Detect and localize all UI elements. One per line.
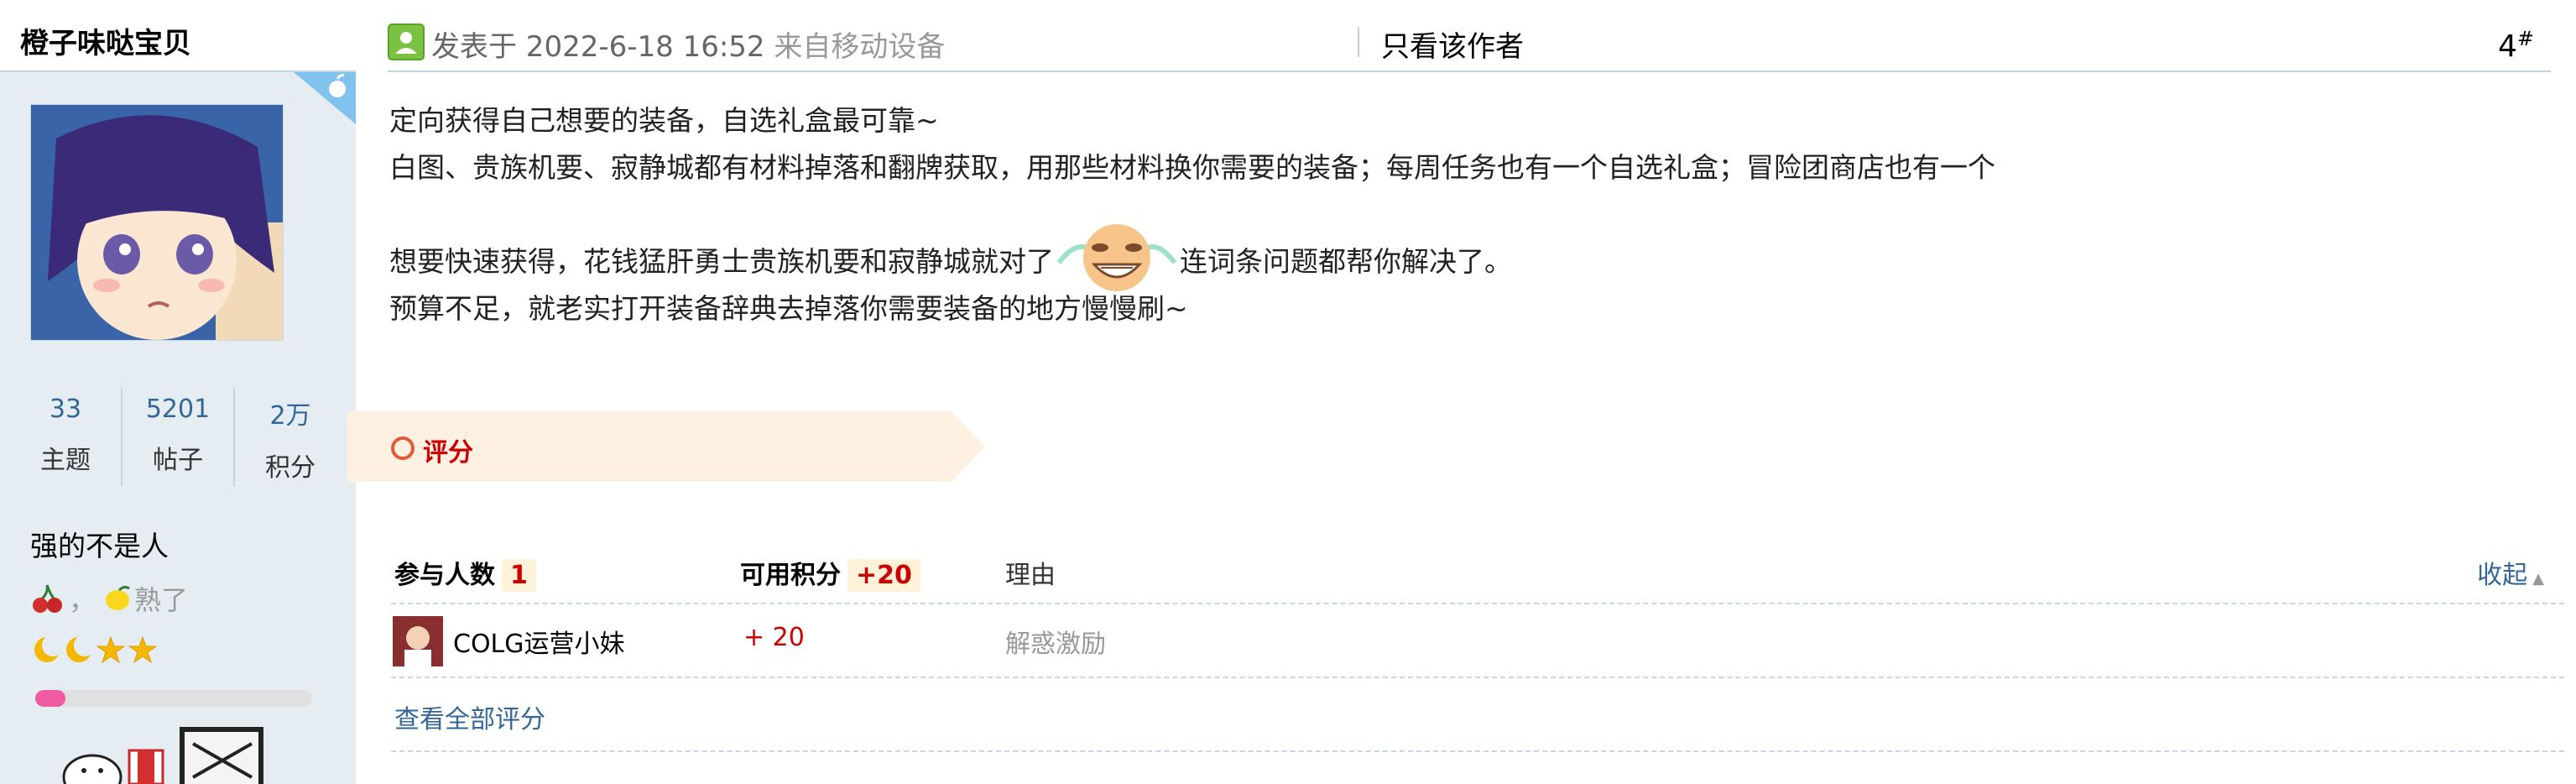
rating-row: COLG运营小妹 + 20 解惑激励	[391, 604, 2564, 678]
stat-label: 积分	[265, 453, 315, 483]
post-source: 来自移动设备	[774, 30, 946, 64]
post-line: 定向获得自己想要的装备，自选礼盒最可靠~	[389, 104, 939, 137]
stat-value: 5201	[145, 395, 211, 424]
star-icon	[96, 635, 126, 664]
moon-icon	[34, 635, 62, 662]
participants-count: 1	[502, 559, 536, 592]
lemon-icon	[106, 585, 130, 610]
post-text: 连词条问题都帮你解决了。	[1180, 245, 1512, 278]
stat-points[interactable]: 2万 积分	[233, 388, 346, 487]
points-label: 可用积分	[740, 561, 841, 590]
collapse-label: 收起	[2477, 561, 2528, 590]
post-line-with-emoji: 想要快速获得，花钱猛肝勇士贵族机要和寂静城就对了 连词条问题都帮你解决了。	[389, 223, 2537, 291]
author-stats: 33 主题 5201 帖子 2万 积分	[10, 388, 346, 487]
post-blank-line	[389, 191, 2537, 238]
moon-icon	[66, 635, 94, 662]
medal-text: 熟了	[134, 584, 189, 616]
post-meta: 发表于 2022-6-18 16:52 来自移动设备	[431, 24, 945, 65]
rating-circle-icon	[391, 436, 415, 460]
participants-header: 参与人数 1	[394, 554, 536, 592]
level-progress-bar	[35, 690, 312, 707]
rank-stars	[32, 635, 158, 665]
stat-value: 33	[49, 395, 82, 424]
only-author-link[interactable]: 只看该作者	[1381, 24, 1524, 65]
rater-avatar[interactable]	[393, 616, 443, 666]
rating-table-header: 参与人数 1 可用积分 +20 理由 收起 ▲	[391, 546, 2564, 604]
reason-header: 理由	[1005, 561, 1056, 590]
participants-label: 参与人数	[394, 561, 495, 590]
post-date: 发表于 2022-6-18 16:52	[431, 30, 765, 64]
medal-separator: ，	[69, 584, 96, 616]
rating-footer: 查看全部评分	[391, 678, 2564, 752]
floor-sup: #	[2516, 27, 2534, 50]
cherry-icon	[33, 584, 62, 613]
view-all-ratings-link[interactable]: 查看全部评分	[394, 698, 545, 735]
online-status-icon	[388, 24, 425, 60]
rater-name[interactable]: COLG运营小妹	[453, 623, 625, 660]
collapse-triangle-icon: ▲	[2532, 570, 2544, 588]
laughing-crying-emoji-icon	[1054, 219, 1180, 300]
stat-label: 帖子	[153, 446, 203, 475]
post-line: 白图、贵族机要、寂静城都有材料掉落和翻牌获取，用那些材料换你需要的装备；每周任务…	[389, 151, 1995, 184]
points-value: +20	[847, 559, 920, 592]
stat-threads[interactable]: 33 主题	[10, 388, 121, 487]
forum-post: 橙子味哒宝贝 33 主题 5201 帖子 2万 积分 强的不是人 ， 熟了 发表…	[0, 0, 2576, 784]
stat-label: 主题	[40, 446, 91, 475]
stat-value: 2万	[269, 401, 311, 431]
level-progress-fill	[35, 690, 66, 707]
author-sidebar: 橙子味哒宝贝 33 主题 5201 帖子 2万 积分 强的不是人 ， 熟了	[0, 0, 356, 784]
post-text: 想要快速获得，花钱猛肝勇士贵族机要和寂静城就对了	[389, 245, 1054, 278]
collapse-button[interactable]: 收起 ▲	[2477, 554, 2544, 591]
post-content: 定向获得自己想要的装备，自选礼盒最可靠~ 白图、贵族机要、寂静城都有材料掉落和翻…	[389, 97, 2537, 332]
header-divider	[1358, 27, 1359, 57]
floor-number[interactable]: 4#	[2498, 27, 2534, 64]
rating-table: 参与人数 1 可用积分 +20 理由 收起 ▲ COLG运营小妹 + 20 解惑激励 …	[391, 546, 2564, 752]
post-line: 预算不足，就老实打开装备辞典去掉落你需要装备的地方慢慢刷~	[389, 292, 1188, 325]
rating-tab-label[interactable]: 评分	[423, 431, 473, 468]
author-header: 橙子味哒宝贝	[0, 0, 356, 72]
medal-row: ， 熟了	[30, 579, 188, 618]
stat-posts[interactable]: 5201 帖子	[121, 388, 233, 487]
user-group[interactable]: 强的不是人	[30, 524, 169, 564]
points-header: 可用积分 +20	[740, 554, 920, 592]
avatar[interactable]	[30, 104, 284, 341]
post-header: 发表于 2022-6-18 16:52 来自移动设备 只看该作者 4#	[388, 15, 2551, 72]
star-icon	[128, 635, 158, 664]
rater-score: + 20	[743, 623, 805, 652]
rater-reason: 解惑激励	[1005, 630, 1106, 659]
apple-ribbon-icon	[294, 72, 356, 124]
badge-icons	[62, 727, 263, 784]
floor-value: 4	[2497, 29, 2517, 64]
author-name[interactable]: 橙子味哒宝贝	[20, 20, 191, 61]
